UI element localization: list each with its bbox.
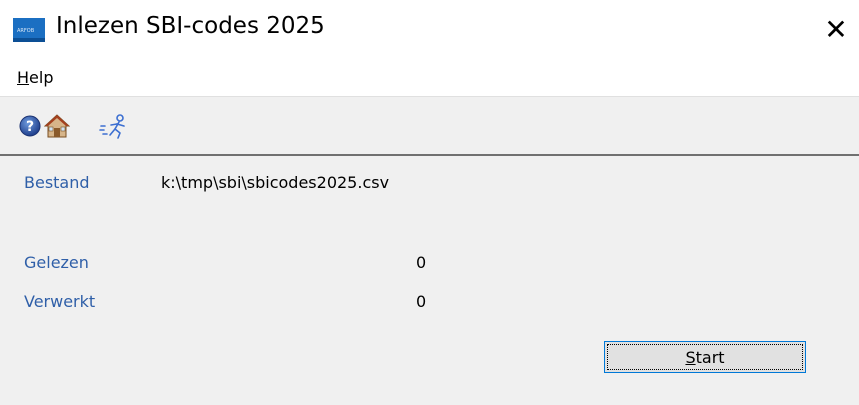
menu-bar: Help — [0, 58, 859, 96]
svg-text:?: ? — [26, 119, 34, 135]
person-run-icon[interactable] — [98, 113, 130, 139]
toolbar: ? — [0, 96, 859, 155]
close-icon: ✕ — [824, 12, 848, 46]
help-mnemonic: H — [17, 68, 30, 87]
verwerkt-value: 0 — [416, 292, 427, 311]
start-button-face: Start — [607, 344, 803, 370]
app-icon: ARFOB — [13, 18, 45, 42]
home-icon[interactable] — [44, 114, 70, 138]
start-mnemonic: S — [685, 347, 696, 367]
start-button[interactable]: Start — [604, 341, 806, 373]
help-label-rest: elp — [29, 68, 54, 87]
app-icon-text: ARFOB — [17, 28, 35, 34]
menu-item-help[interactable]: Help — [17, 68, 53, 87]
verwerkt-label: Verwerkt — [24, 292, 96, 311]
bestand-label: Bestand — [24, 173, 90, 192]
bestand-value: k:\tmp\sbi\sbicodes2025.csv — [161, 173, 390, 192]
title-bar: ARFOB Inlezen SBI-codes 2025 ✕ — [0, 0, 859, 58]
form-area: Bestand k:\tmp\sbi\sbicodes2025.csv Gele… — [0, 156, 859, 405]
help-icon[interactable]: ? — [19, 115, 41, 137]
gelezen-value: 0 — [416, 253, 427, 272]
gelezen-label: Gelezen — [24, 253, 89, 272]
window-title: Inlezen SBI-codes 2025 — [56, 13, 325, 39]
close-button[interactable]: ✕ — [813, 0, 859, 58]
start-label-rest: tart — [695, 347, 725, 367]
